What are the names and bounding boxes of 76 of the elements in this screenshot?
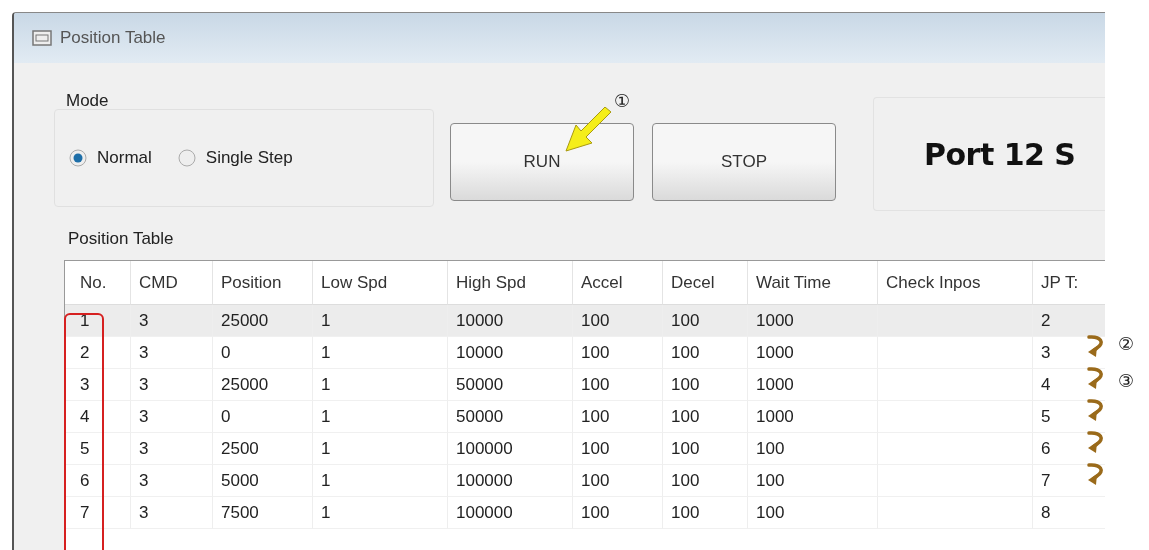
- table-row[interactable]: 6 3 5000 1 100000 100 100 100 7: [65, 465, 1105, 497]
- callout-number: ②: [1118, 333, 1135, 354]
- table-cell: 1: [313, 401, 448, 433]
- table-cell: 1000: [748, 305, 878, 337]
- callout-number: ①: [614, 90, 631, 111]
- table-cell: 50000: [448, 369, 573, 401]
- group-label: Mode: [65, 91, 110, 111]
- table-cell: 100000: [448, 433, 573, 465]
- table-cell: 1: [313, 433, 448, 465]
- table-cell: 100: [663, 305, 748, 337]
- table-cell: 1: [313, 369, 448, 401]
- table-cell: 7: [65, 497, 131, 529]
- table-cell: 3: [131, 305, 213, 337]
- table-row[interactable]: 3 3 25000 1 50000 100 100 1000 4: [65, 369, 1105, 401]
- table-cell: 100: [748, 433, 878, 465]
- run-button[interactable]: RUN: [450, 123, 634, 201]
- table-row[interactable]: 7 3 7500 1 100000 100 100 100 8: [65, 497, 1105, 529]
- table-cell: 2: [65, 337, 131, 369]
- window-icon: [32, 30, 52, 46]
- table-cell: 100: [573, 305, 663, 337]
- table-cell: 5: [65, 433, 131, 465]
- table-cell: 3: [131, 497, 213, 529]
- table-cell: 100: [573, 369, 663, 401]
- table-cell: 3: [131, 369, 213, 401]
- table-cell: 100: [663, 401, 748, 433]
- table-row[interactable]: 2 3 0 1 10000 100 100 1000 3: [65, 337, 1105, 369]
- table-cell: 3: [131, 401, 213, 433]
- table-cell: 100: [663, 465, 748, 497]
- table-cell: 7500: [213, 497, 313, 529]
- table-cell: 100: [663, 369, 748, 401]
- table-cell: 3: [131, 337, 213, 369]
- table-cell: 3: [131, 433, 213, 465]
- stop-button[interactable]: STOP: [652, 123, 836, 201]
- table-cell: 1: [313, 497, 448, 529]
- table-cell: 100000: [448, 497, 573, 529]
- table-cell: 6: [65, 465, 131, 497]
- window-title: Position Table: [60, 28, 166, 48]
- table-cell: 100: [663, 337, 748, 369]
- table-cell: 100: [663, 497, 748, 529]
- table-cell: 10000: [448, 337, 573, 369]
- table-cell: 0: [213, 401, 313, 433]
- table-cell: 100: [573, 337, 663, 369]
- table-cell: 0: [213, 337, 313, 369]
- table-cell: 2: [1033, 305, 1105, 337]
- table-cell: 25000: [213, 369, 313, 401]
- table-cell: 100: [748, 465, 878, 497]
- port-status: Port 12 S: [924, 136, 1076, 172]
- table-cell: 3: [65, 369, 131, 401]
- arrow-icon: [565, 107, 613, 153]
- table-cell: 100: [573, 433, 663, 465]
- table-cell: 1000: [748, 337, 878, 369]
- table-cell: 25000: [213, 305, 313, 337]
- group-label: Position Table: [67, 228, 175, 250]
- table-cell: 100: [573, 465, 663, 497]
- table-row[interactable]: 4 3 0 1 50000 100 100 1000 5: [65, 401, 1105, 433]
- table-cell: 1: [313, 337, 448, 369]
- table-cell: 5000: [213, 465, 313, 497]
- table-row[interactable]: 5 3 2500 1 100000 100 100 100 6: [65, 433, 1105, 465]
- table-cell: 8: [1033, 497, 1105, 529]
- table-cell: 50000: [448, 401, 573, 433]
- callout-number: ③: [1118, 370, 1135, 391]
- radio-option[interactable]: Normal: [69, 148, 152, 168]
- table-cell: 100: [573, 401, 663, 433]
- table-cell: 4: [65, 401, 131, 433]
- table-cell: 1000: [748, 401, 878, 433]
- table-cell: 3: [131, 465, 213, 497]
- table-cell: 10000: [448, 305, 573, 337]
- table-cell: 1: [313, 305, 448, 337]
- table-cell: 100000: [448, 465, 573, 497]
- radio-option[interactable]: Single Step: [177, 148, 293, 168]
- table-cell: 100: [663, 433, 748, 465]
- table-cell: 100: [573, 497, 663, 529]
- table-cell: 1000: [748, 369, 878, 401]
- table-cell: 100: [748, 497, 878, 529]
- table-cell: 1: [313, 465, 448, 497]
- table-cell: 2500: [213, 433, 313, 465]
